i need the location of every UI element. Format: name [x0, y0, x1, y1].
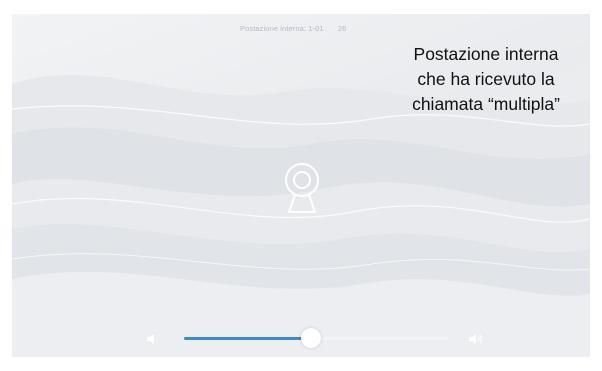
volume-fill	[184, 337, 311, 340]
callout-caption: Postazione interna che ha ricevuto la ch…	[412, 44, 560, 114]
webcam-icon	[285, 163, 319, 213]
volume-slider[interactable]	[184, 328, 448, 348]
station-header: Postazione interna: 1-01 26	[240, 24, 346, 33]
speaker-low-icon[interactable]	[146, 333, 158, 345]
station-label: Postazione interna: 1-01	[240, 24, 324, 33]
intercom-screen: Postazione interna: 1-01 26 Postazione i…	[12, 14, 590, 357]
call-count: 26	[337, 24, 347, 33]
volume-thumb[interactable]	[300, 328, 321, 348]
speaker-high-icon[interactable]	[468, 332, 484, 346]
